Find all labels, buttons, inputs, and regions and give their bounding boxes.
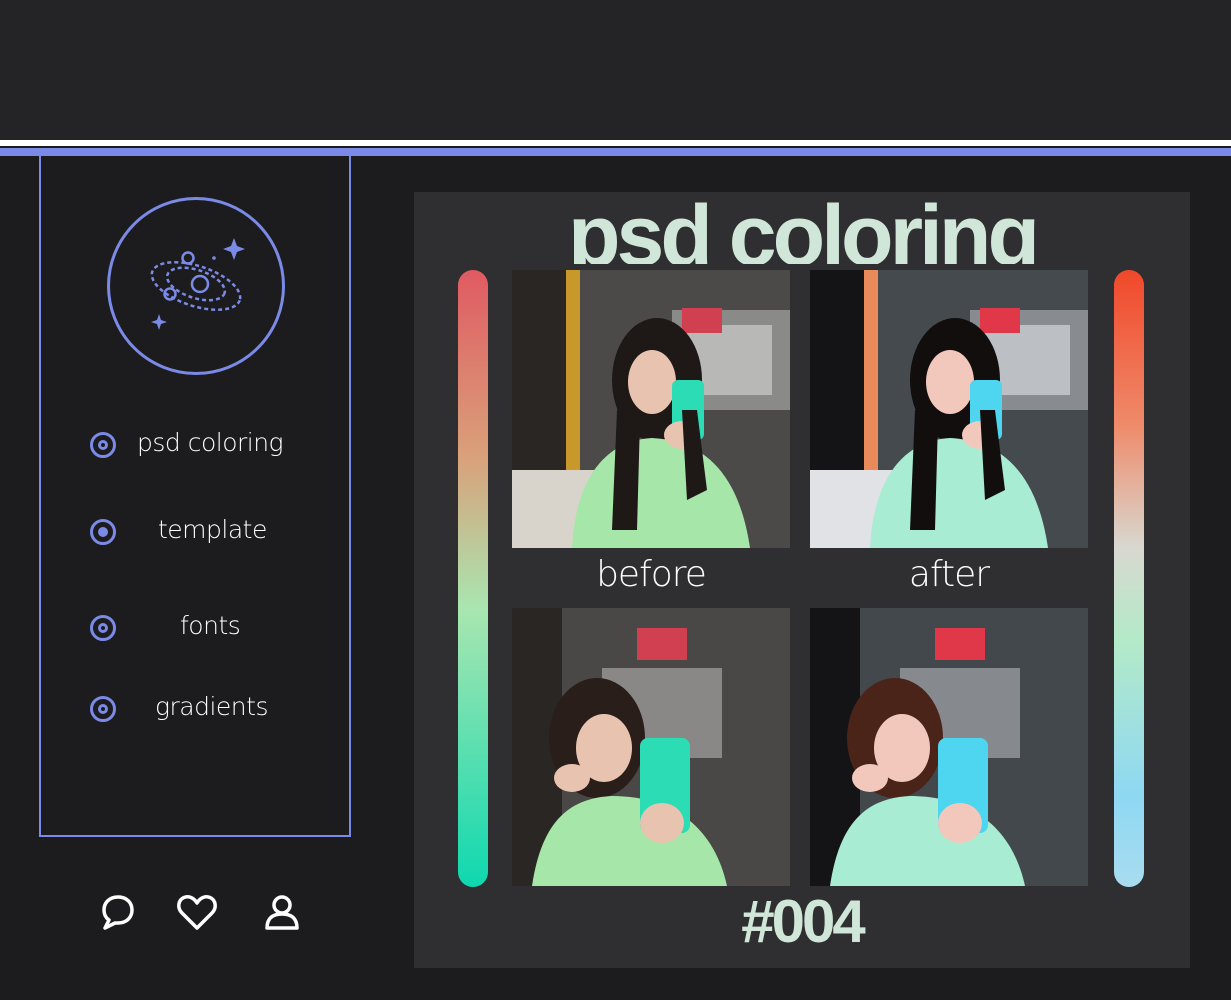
nav-item-gradients[interactable]: gradients [88,692,328,732]
panel-title: psd coloring [568,192,1040,264]
radio-icon [90,519,116,545]
galaxy-planet-icon [150,238,245,330]
comment-button[interactable] [100,893,136,931]
nav-item-label: gradients [155,692,268,721]
nav-item-fonts[interactable]: fonts [88,611,328,651]
photo-after-bottom [810,608,1088,886]
nav-item-label: psd coloring [137,428,284,457]
radio-icon [90,432,116,458]
heart-icon [177,895,217,930]
top-banner [0,0,1231,140]
before-label: before [596,554,707,595]
nav-item-template[interactable]: template [88,515,328,555]
gradient-bar-left [458,270,488,887]
nav-item-label: template [158,515,267,544]
profile-button[interactable] [263,893,301,931]
comment-icon [102,895,134,930]
divider-white [0,140,1231,146]
like-button[interactable] [176,893,218,931]
photo-before-bottom [512,608,790,886]
post-number: #004 [741,888,865,955]
nav-item-label: fonts [180,611,241,640]
user-icon [265,895,299,930]
divider-blue [0,148,1231,156]
coloring-preview-panel: psd coloring before after #004 [414,192,1190,968]
gradient-bar-right [1114,270,1144,887]
avatar[interactable] [107,197,285,375]
after-label: after [908,554,990,595]
radio-icon [90,696,116,722]
nav-item-psd-coloring[interactable]: psd coloring [88,428,328,468]
photo-before-top [512,270,790,548]
radio-icon [90,615,116,641]
photo-after-top [810,270,1088,548]
